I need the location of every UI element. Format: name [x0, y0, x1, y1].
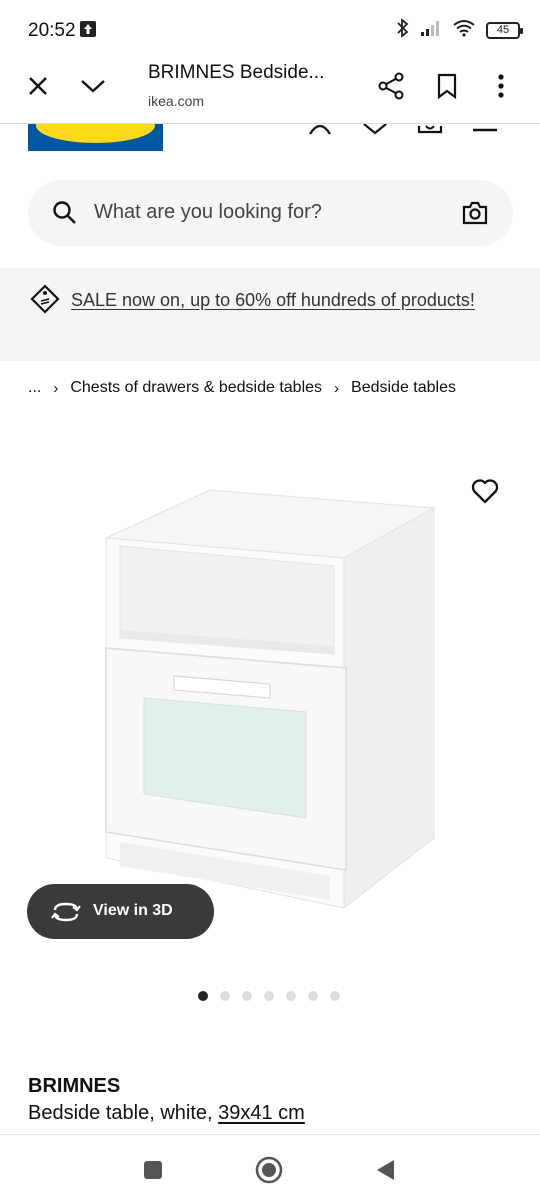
menu-icon[interactable] — [471, 124, 499, 136]
status-time: 20:52 — [28, 20, 76, 41]
breadcrumb-item-bedside-tables[interactable]: Bedside tables — [351, 379, 456, 397]
product-name: BRIMNES — [28, 1075, 121, 1097]
product-size-link[interactable]: 39x41 cm — [218, 1102, 305, 1124]
price-tag-icon — [30, 284, 60, 319]
carousel-dot[interactable] — [330, 991, 340, 1001]
breadcrumb-item-more[interactable]: ... — [28, 379, 41, 397]
carousel-dot[interactable] — [242, 991, 252, 1001]
system-nav-bar — [0, 1134, 540, 1200]
breadcrumb-item-chests[interactable]: Chests of drawers & bedside tables — [70, 379, 322, 397]
carousel-dot[interactable] — [286, 991, 296, 1001]
cell-signal-icon — [420, 19, 442, 42]
back-icon[interactable] — [370, 1155, 400, 1185]
sale-banner: SALE now on, up to 60% off hundreds of p… — [0, 268, 540, 361]
carousel-dot[interactable] — [308, 991, 318, 1001]
page-domain: ikea.com — [148, 93, 205, 109]
upload-notification-icon — [80, 21, 96, 37]
status-icons: 45 — [396, 17, 523, 43]
search-placeholder: What are you looking for? — [94, 201, 322, 223]
carousel-dot[interactable] — [220, 991, 230, 1001]
camera-search-icon[interactable] — [461, 200, 489, 231]
carousel-dot[interactable] — [264, 991, 274, 1001]
bluetooth-icon — [396, 17, 410, 43]
shopping-bag-icon[interactable] — [416, 124, 444, 136]
product-description: Bedside table, white, 39x41 cm — [28, 1102, 305, 1125]
product-description-text: Bedside table, white, — [28, 1102, 213, 1124]
wifi-icon — [452, 19, 476, 42]
carousel-indicators — [198, 991, 340, 1001]
view-in-3d-button[interactable]: View in 3D — [27, 884, 214, 939]
more-options-icon[interactable] — [483, 68, 519, 104]
search-icon — [52, 200, 78, 231]
search-input[interactable]: What are you looking for? — [28, 180, 513, 246]
user-icon[interactable] — [306, 124, 334, 136]
rotate-3d-icon — [51, 900, 81, 929]
product-image[interactable] — [100, 480, 440, 910]
page-title: BRIMNES Bedside... — [148, 62, 325, 83]
share-icon[interactable] — [373, 68, 409, 104]
chevron-right-icon: › — [53, 379, 59, 397]
chevron-right-icon: › — [334, 379, 340, 397]
site-header — [0, 124, 540, 154]
heart-icon[interactable] — [361, 124, 389, 136]
chevron-down-icon[interactable] — [75, 68, 111, 104]
recents-icon[interactable] — [138, 1155, 168, 1185]
ikea-logo-oval — [36, 124, 155, 143]
close-icon[interactable] — [20, 68, 56, 104]
battery-indicator: 45 — [486, 21, 523, 39]
browser-toolbar: BRIMNES Bedside... ikea.com — [0, 48, 540, 124]
carousel-dot[interactable] — [198, 991, 208, 1001]
home-icon[interactable] — [254, 1155, 284, 1185]
view-in-3d-label: View in 3D — [93, 902, 173, 919]
bookmark-icon[interactable] — [429, 68, 465, 104]
favorite-heart-icon[interactable] — [468, 474, 502, 508]
sale-link[interactable]: SALE now on, up to 60% off hundreds of p… — [71, 285, 491, 315]
breadcrumb: ... › Chests of drawers & bedside tables… — [28, 379, 456, 397]
ikea-logo[interactable] — [28, 124, 163, 151]
